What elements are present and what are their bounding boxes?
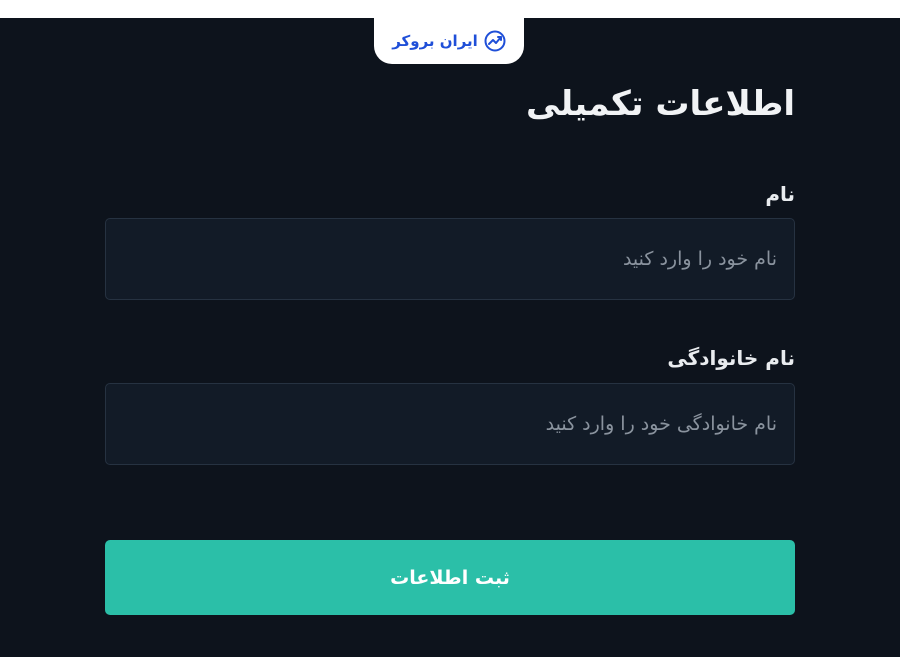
first-name-field[interactable] (105, 218, 795, 300)
submit-button[interactable]: ثبت اطلاعات (105, 540, 795, 615)
first-name-input[interactable] (123, 248, 777, 270)
page-title: اطلاعات تکمیلی (526, 84, 795, 124)
brand-name: ایران بروکر (392, 32, 478, 50)
trend-chart-icon (484, 30, 506, 52)
top-strip (0, 0, 900, 18)
last-name-input[interactable] (123, 413, 777, 435)
last-name-label: نام خانوادگی (667, 346, 795, 370)
brand-logo[interactable]: ایران بروکر (374, 18, 524, 64)
first-name-label: نام (765, 182, 795, 206)
page: ایران بروکر اطلاعات تکمیلی نام نام خانوا… (0, 0, 900, 657)
last-name-field[interactable] (105, 383, 795, 465)
